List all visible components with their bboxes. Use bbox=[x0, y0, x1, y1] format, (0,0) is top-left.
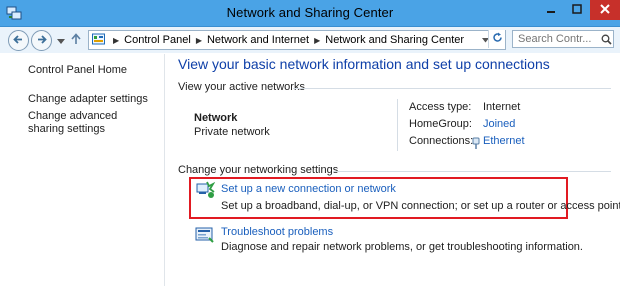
search-input[interactable] bbox=[512, 30, 614, 48]
sidebar: Control Panel Home Change adapter settin… bbox=[0, 54, 165, 286]
networking-settings-label: Change your networking settings bbox=[178, 164, 339, 176]
breadcrumb-separator: ▶ bbox=[195, 36, 202, 45]
maximize-button[interactable] bbox=[564, 0, 590, 20]
navigation-toolbar: ▶ Control Panel ▶ Network and Internet ▶ Netw… bbox=[0, 27, 620, 53]
arrow-left-icon bbox=[13, 34, 24, 48]
close-icon bbox=[600, 3, 610, 17]
forward-button[interactable] bbox=[31, 30, 52, 51]
new-connection-icon bbox=[195, 180, 216, 203]
homegroup-label: HomeGroup: bbox=[409, 118, 472, 130]
breadcrumb: ▶ Control Panel ▶ Network and Internet ▶ Netw… bbox=[108, 34, 464, 46]
breadcrumb-control-panel[interactable]: Control Panel bbox=[124, 34, 191, 46]
title-bar: Network and Sharing Center bbox=[0, 0, 620, 27]
vertical-divider bbox=[397, 99, 398, 151]
back-button[interactable] bbox=[8, 30, 29, 51]
setup-new-connection-link[interactable]: Set up a new connection or network bbox=[221, 183, 396, 195]
maximize-icon bbox=[572, 3, 582, 17]
access-type-label: Access type: bbox=[409, 101, 472, 113]
section-divider bbox=[293, 88, 611, 89]
page-title: View your basic network information and … bbox=[178, 56, 550, 72]
homegroup-link[interactable]: Joined bbox=[483, 118, 515, 130]
sidebar-item-change-advanced-sharing-settings[interactable]: Change advanced sharing settings bbox=[28, 110, 148, 136]
window-title: Network and Sharing Center bbox=[226, 5, 394, 20]
troubleshoot-icon bbox=[195, 225, 215, 248]
ethernet-link[interactable]: Ethernet bbox=[483, 135, 525, 147]
close-button[interactable] bbox=[590, 0, 620, 20]
breadcrumb-network-and-sharing-center[interactable]: Network and Sharing Center bbox=[325, 34, 464, 46]
breadcrumb-network-and-internet[interactable]: Network and Internet bbox=[207, 34, 309, 46]
connections-label: Connections: bbox=[409, 135, 474, 147]
refresh-button[interactable] bbox=[488, 30, 505, 48]
network-name: Network bbox=[194, 112, 238, 124]
main-content: View your basic network information and … bbox=[165, 54, 620, 286]
section-divider bbox=[333, 171, 611, 172]
control-panel-icon bbox=[92, 33, 105, 49]
sidebar-item-change-adapter-settings[interactable]: Change adapter settings bbox=[28, 93, 160, 106]
access-type-value: Internet bbox=[483, 101, 521, 113]
refresh-icon bbox=[492, 32, 503, 46]
troubleshoot-problems-link[interactable]: Troubleshoot problems bbox=[221, 226, 333, 238]
ethernet-icon bbox=[471, 137, 481, 153]
network-category: Private network bbox=[194, 126, 270, 138]
minimize-button[interactable] bbox=[538, 0, 564, 20]
breadcrumb-separator: ▶ bbox=[113, 36, 120, 45]
up-arrow-icon[interactable] bbox=[70, 33, 82, 48]
search-icon[interactable] bbox=[601, 34, 612, 48]
breadcrumb-separator: ▶ bbox=[314, 36, 321, 45]
minimize-icon bbox=[546, 4, 556, 17]
active-networks-label: View your active networks bbox=[178, 81, 305, 93]
recent-locations-dropdown[interactable] bbox=[57, 36, 65, 48]
address-bar[interactable]: ▶ Control Panel ▶ Network and Internet ▶ Netw… bbox=[88, 30, 506, 50]
arrow-right-icon bbox=[36, 34, 47, 48]
sidebar-item-control-panel-home[interactable]: Control Panel Home bbox=[28, 64, 160, 77]
setup-new-connection-description: Set up a broadband, dial-up, or VPN conn… bbox=[221, 200, 620, 212]
troubleshoot-problems-description: Diagnose and repair network problems, or… bbox=[221, 241, 583, 253]
